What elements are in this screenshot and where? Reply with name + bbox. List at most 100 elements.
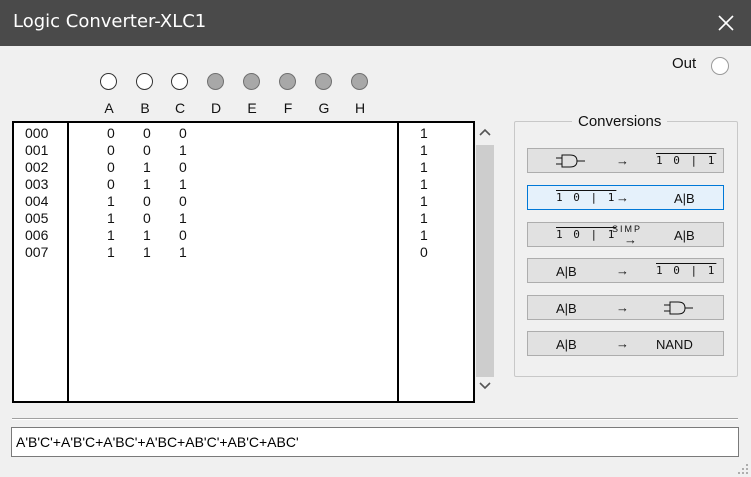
truth-table[interactable]: 000 0 0 0 1 001 0 0 1 1 002 0 1 0 1 003 … [12, 121, 475, 403]
expression-field[interactable]: A'B'C'+A'B'C+A'BC'+A'BC+AB'C'+AB'C+ABC' [11, 427, 739, 457]
cell-c: 1 [179, 142, 187, 158]
scrollbar-thumb[interactable] [476, 145, 494, 377]
input-label-d: D [210, 100, 222, 116]
cell-c: 0 [179, 193, 187, 209]
cell-b: 0 [143, 193, 151, 209]
truth-table-symbol: 1 0 | 1 [556, 228, 617, 241]
expression-symbol: A|B [674, 191, 695, 206]
cell-a: 0 [107, 142, 115, 158]
cell-out[interactable]: 1 [420, 160, 428, 174]
row-index: 004 [25, 193, 49, 209]
cell-c: 0 [179, 227, 187, 243]
divider [12, 418, 738, 420]
out-label: Out [672, 55, 697, 72]
cell-c: 1 [179, 176, 187, 192]
input-h-toggle[interactable] [351, 73, 368, 90]
chevron-up-icon[interactable] [478, 125, 492, 139]
input-d-toggle[interactable] [207, 73, 224, 90]
resize-grip-icon[interactable] [737, 463, 749, 475]
cell-out[interactable]: 0 [420, 245, 428, 259]
table-row[interactable]: 001 0 0 1 1 [14, 142, 473, 158]
table-row[interactable]: 002 0 1 0 1 [14, 159, 473, 175]
cell-out[interactable]: 1 [420, 228, 428, 242]
input-label-f: F [283, 100, 293, 116]
cell-out[interactable]: 1 [420, 143, 428, 157]
input-b-toggle[interactable] [136, 73, 153, 90]
out-indicator [711, 57, 729, 75]
arrow-icon: → [624, 232, 637, 247]
cell-a: 1 [107, 244, 115, 260]
row-index: 002 [25, 159, 49, 175]
chevron-down-icon[interactable] [478, 379, 492, 393]
arrow-icon: → [616, 336, 629, 351]
row-index: 000 [25, 125, 49, 141]
title-bar: Logic Converter-XLC1 [0, 0, 751, 46]
cell-b: 1 [143, 159, 151, 175]
arrow-icon: → [616, 190, 629, 205]
row-index: 001 [25, 142, 49, 158]
cell-a: 0 [107, 125, 115, 141]
row-index: 007 [25, 244, 49, 260]
table-row[interactable]: 006 1 1 0 1 [14, 227, 473, 243]
input-a-toggle[interactable] [100, 73, 117, 90]
table-row[interactable]: 005 1 0 1 1 [14, 210, 473, 226]
input-c-toggle[interactable] [171, 73, 188, 90]
cell-b: 1 [143, 244, 151, 260]
cell-c: 0 [179, 159, 187, 175]
cell-c: 0 [179, 125, 187, 141]
truth-table-symbol: 1 0 | 1 [656, 264, 717, 277]
row-index: 006 [25, 227, 49, 243]
input-label-c: C [174, 100, 186, 116]
gate-icon [556, 154, 585, 168]
close-icon[interactable] [715, 12, 737, 34]
input-label-b: B [140, 100, 150, 116]
expression-symbol: A|B [556, 264, 577, 279]
expression-to-nand-button[interactable]: A|B → NAND [527, 331, 724, 356]
input-label-h: H [354, 100, 366, 116]
cell-out[interactable]: 1 [420, 126, 428, 140]
gate-icon [664, 301, 693, 315]
arrow-icon: → [616, 153, 629, 168]
cell-c: 1 [179, 244, 187, 260]
cell-out[interactable]: 1 [420, 211, 428, 225]
cell-out[interactable]: 1 [420, 194, 428, 208]
cell-c: 1 [179, 210, 187, 226]
row-index: 005 [25, 210, 49, 226]
input-label-a: A [104, 100, 114, 116]
cell-a: 1 [107, 193, 115, 209]
window-title: Logic Converter-XLC1 [13, 11, 207, 32]
cell-a: 0 [107, 176, 115, 192]
arrow-icon: → [616, 263, 629, 278]
table-row[interactable]: 003 0 1 1 1 [14, 176, 473, 192]
expression-to-circuit-button[interactable]: A|B → [527, 295, 724, 320]
conversions-title: Conversions [572, 113, 668, 130]
expression-to-truth-table-button[interactable]: A|B → 1 0 | 1 [527, 258, 724, 283]
expression-symbol: A|B [674, 228, 695, 243]
input-f-toggle[interactable] [279, 73, 296, 90]
input-e-toggle[interactable] [243, 73, 260, 90]
cell-a: 1 [107, 210, 115, 226]
cell-a: 0 [107, 159, 115, 175]
truth-table-to-expression-button[interactable]: 1 0 | 1 → A|B [527, 185, 724, 210]
arrow-icon: → [616, 300, 629, 315]
cell-out[interactable]: 1 [420, 177, 428, 191]
row-index: 003 [25, 176, 49, 192]
nand-label: NAND [656, 337, 693, 352]
cell-b: 0 [143, 210, 151, 226]
table-scrollbar[interactable] [475, 121, 495, 403]
expression-symbol: A|B [556, 337, 577, 352]
table-row[interactable]: 004 1 0 0 1 [14, 193, 473, 209]
table-row[interactable]: 000 0 0 0 1 [14, 125, 473, 141]
cell-b: 1 [143, 176, 151, 192]
input-g-toggle[interactable] [315, 73, 332, 90]
truth-table-symbol: 1 0 | 1 [556, 191, 617, 204]
cell-b: 1 [143, 227, 151, 243]
input-label-g: G [318, 100, 330, 116]
table-row[interactable]: 007 1 1 1 0 [14, 244, 473, 260]
input-label-e: E [247, 100, 257, 116]
cell-a: 1 [107, 227, 115, 243]
circuit-to-truth-table-button[interactable]: → 1 0 | 1 [527, 148, 724, 173]
expression-symbol: A|B [556, 301, 577, 316]
truth-table-symbol: 1 0 | 1 [656, 154, 717, 167]
truth-table-to-simplified-expression-button[interactable]: 1 0 | 1 SIMP → A|B [527, 222, 724, 247]
